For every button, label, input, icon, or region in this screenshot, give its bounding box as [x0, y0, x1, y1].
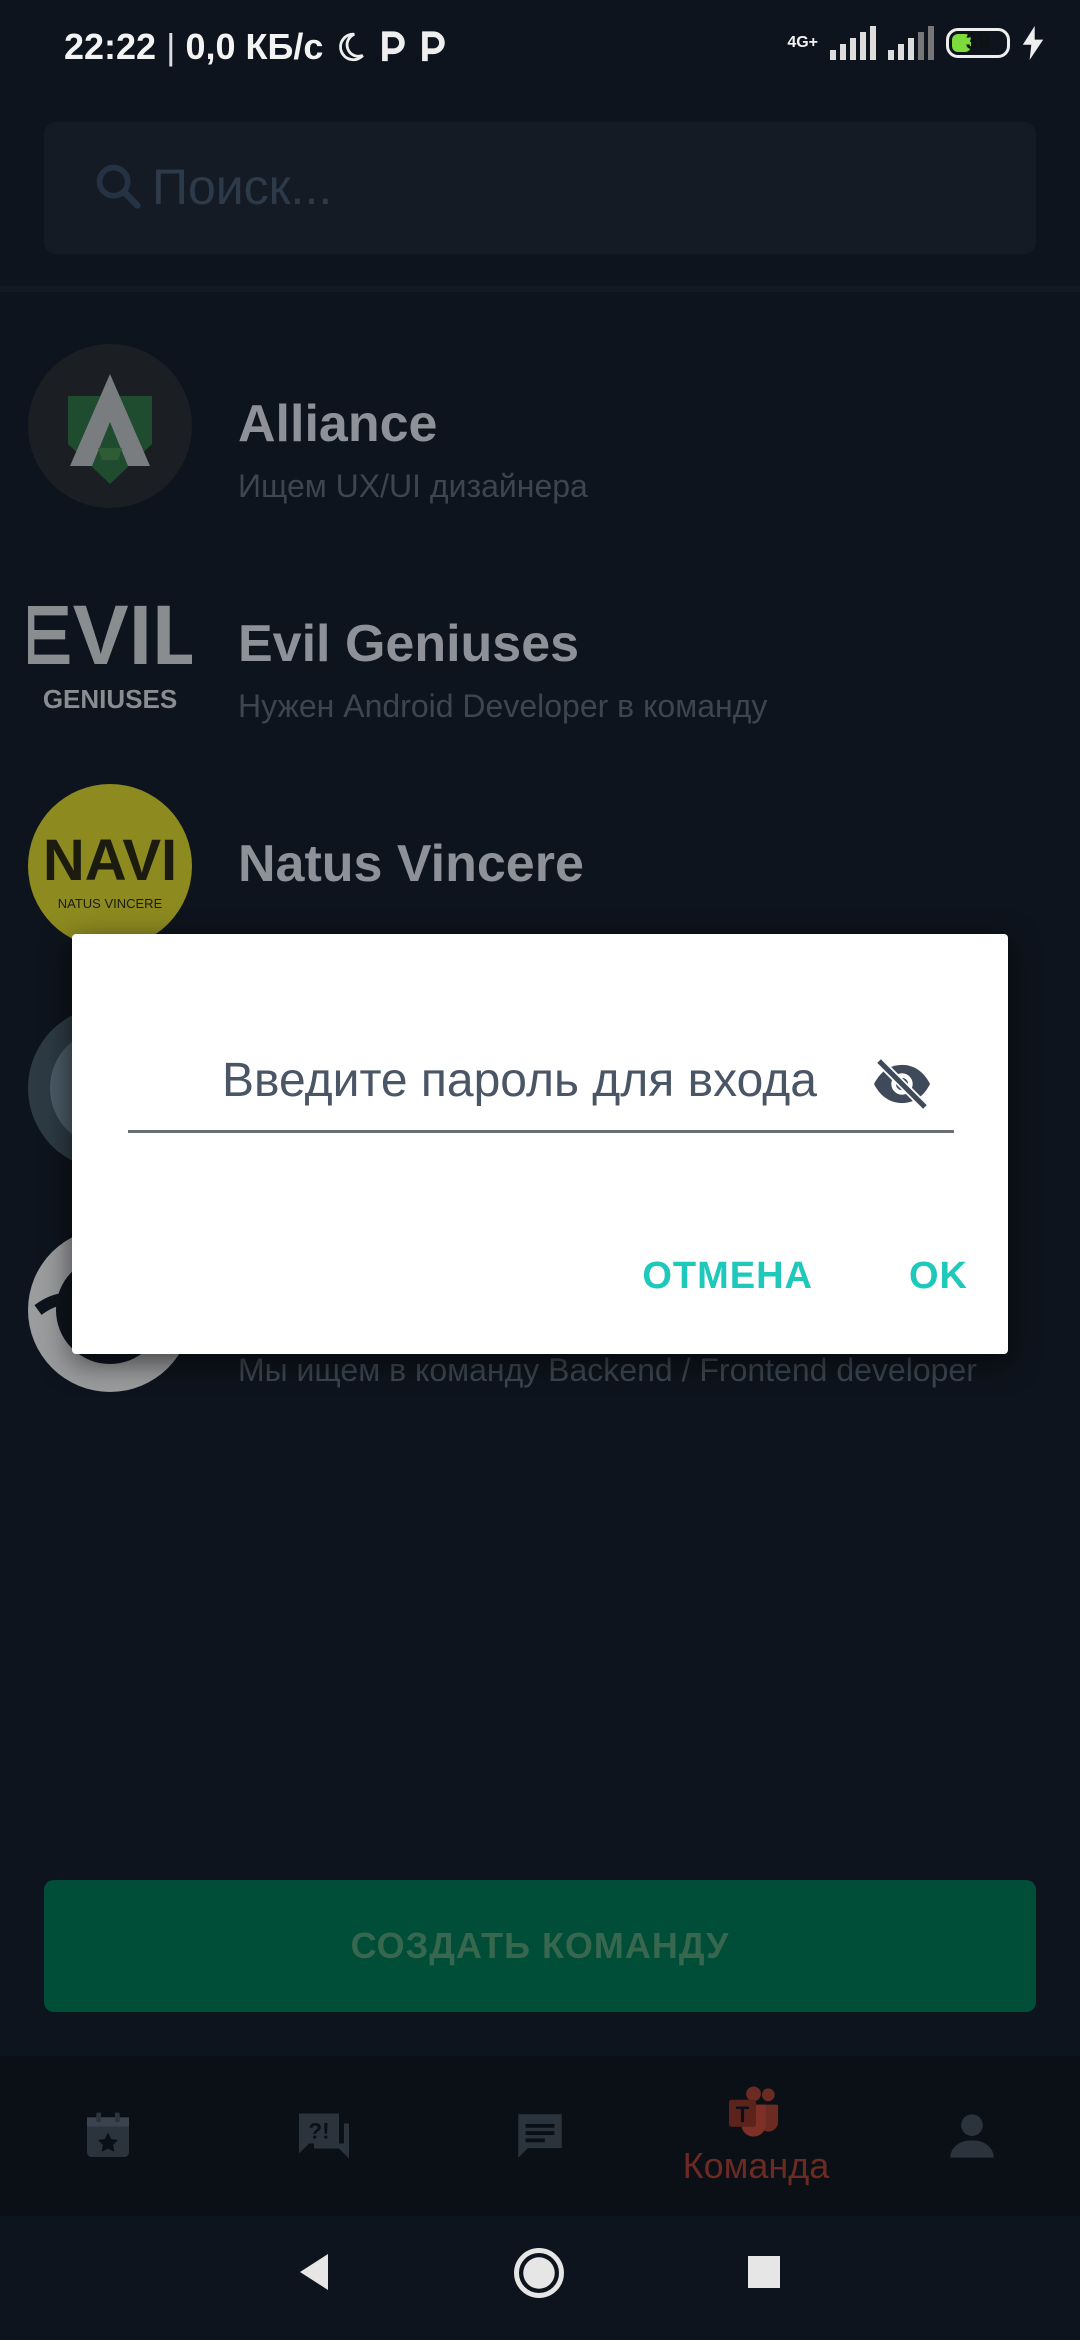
parking-icon-2	[422, 31, 446, 62]
team-name: Natus Vincere	[238, 835, 584, 893]
status-time: 22:22	[64, 26, 157, 67]
recents-icon[interactable]	[746, 2254, 782, 2290]
nav-item-calendar[interactable]	[0, 2056, 216, 2216]
nav-item-chat[interactable]	[432, 2056, 648, 2216]
status-speed: 0,0 КБ/с	[185, 26, 324, 67]
charging-icon	[1022, 26, 1044, 60]
network-type: 4G+	[787, 34, 818, 51]
teams-icon: T	[729, 2086, 779, 2137]
visibility-off-icon[interactable]	[870, 1056, 934, 1112]
battery-level: 39	[965, 29, 991, 54]
nav-item-team-label: Команда	[682, 2145, 830, 2186]
evil-geniuses-logo: EVIL GENIUSES	[28, 564, 192, 728]
team-item-alliance[interactable]: Alliance Ищем UX/UI дизайнера	[0, 344, 1080, 554]
navi-logo: NAVI NATUS VINCERE	[28, 784, 192, 948]
password-dialog: ОТМЕНА OK	[72, 934, 1008, 1354]
bottom-nav: ?! T Команда	[0, 2056, 1080, 2216]
nav-item-team[interactable]: T Команда	[648, 2056, 864, 2216]
password-field[interactable]	[128, 1034, 954, 1133]
team-description: Нужен Android Developer в команду	[238, 688, 768, 724]
search-icon	[96, 164, 141, 209]
signal-icon	[830, 26, 876, 60]
nav-item-questions[interactable]: ?!	[216, 2056, 432, 2216]
back-icon[interactable]	[296, 2252, 332, 2292]
status-left: 22:22 | 0,0 КБ/с	[64, 26, 447, 68]
question-chat-icon: ?!	[299, 2113, 349, 2159]
search-input[interactable]: Поиск...	[152, 158, 332, 216]
person-icon	[950, 2114, 994, 2158]
navi-logo-small-text: NATUS VINCERE	[58, 896, 163, 911]
home-icon[interactable]	[512, 2246, 566, 2300]
team-description: Мы ищем в команду Backend / Frontend dev…	[238, 1352, 977, 1388]
evil-logo-top-text: EVIL	[28, 588, 192, 682]
moon-icon	[339, 32, 365, 62]
dialog-actions: ОТМЕНА OK	[642, 1255, 968, 1298]
nav-item-profile[interactable]	[864, 2056, 1080, 2216]
divider	[0, 286, 1080, 292]
battery-icon: 39	[946, 28, 1010, 58]
calendar-star-icon	[87, 2112, 129, 2157]
system-nav-bar	[0, 2216, 1080, 2340]
chat-icon	[518, 2114, 562, 2158]
team-name: Alliance	[238, 395, 438, 453]
ok-button[interactable]: OK	[909, 1255, 968, 1298]
cancel-button[interactable]: ОТМЕНА	[642, 1255, 813, 1298]
create-team-button[interactable]: СОЗДАТЬ КОМАНДУ	[44, 1880, 1036, 2012]
status-separator: |	[166, 26, 176, 67]
svg-text:?!: ?!	[308, 2119, 329, 2144]
password-input[interactable]	[128, 1034, 848, 1126]
team-description: Ищем UX/UI дизайнера	[238, 468, 588, 504]
alliance-logo	[28, 344, 192, 508]
status-right: 4G+ 39	[787, 26, 1044, 60]
team-item-evil-geniuses[interactable]: EVIL GENIUSES Evil Geniuses Нужен Androi…	[0, 564, 1080, 774]
team-name: Evil Geniuses	[238, 615, 580, 673]
evil-logo-bottom-text: GENIUSES	[43, 684, 177, 714]
signal-icon-2	[888, 26, 934, 60]
status-bar: 22:22 | 0,0 КБ/с 4G+ 39	[0, 0, 1080, 100]
svg-text:T: T	[736, 2102, 750, 2127]
navi-logo-text: NAVI	[43, 828, 177, 893]
parking-icon	[382, 31, 406, 62]
